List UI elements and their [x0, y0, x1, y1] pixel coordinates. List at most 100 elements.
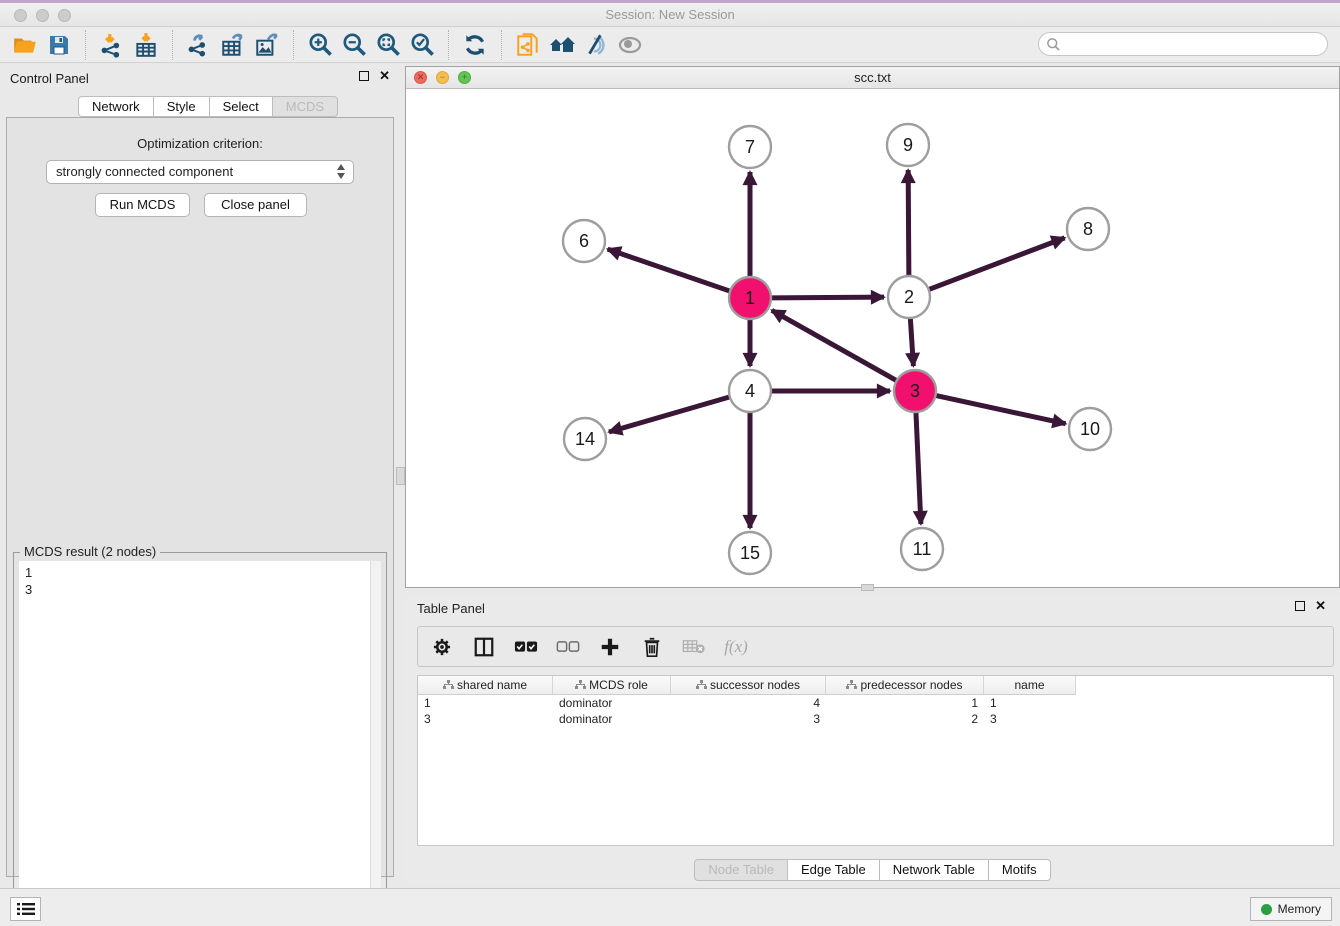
- optimization-criterion-select[interactable]: strongly connected component: [46, 160, 354, 184]
- memory-button[interactable]: Memory: [1250, 897, 1332, 921]
- graph-node-label: 6: [579, 231, 589, 251]
- delete-icon[interactable]: [638, 633, 666, 661]
- graph-node-label: 7: [745, 137, 755, 157]
- tab-motifs[interactable]: Motifs: [988, 859, 1051, 881]
- chevron-updown-icon: [337, 164, 346, 179]
- run-mcds-button[interactable]: Run MCDS: [95, 193, 190, 217]
- task-history-button[interactable]: [10, 897, 41, 921]
- table-cell: 2: [826, 711, 984, 727]
- column-label: name: [1014, 678, 1044, 692]
- mcds-result-textarea[interactable]: 1 3: [19, 561, 381, 918]
- columns-icon[interactable]: [470, 633, 498, 661]
- table-tabs: Node Table Edge Table Network Table Moti…: [405, 859, 1340, 881]
- zoom-out-icon[interactable]: [337, 29, 371, 61]
- table-cell: 3: [418, 711, 553, 727]
- toolbar-separator: [85, 30, 86, 60]
- float-table-panel-icon[interactable]: [1295, 601, 1305, 611]
- network-canvas[interactable]: 7968124314101511: [406, 89, 1339, 587]
- close-table-panel-icon[interactable]: ✕: [1315, 601, 1326, 611]
- graph-edge-1-2[interactable]: [771, 297, 884, 298]
- import-table-icon[interactable]: [129, 29, 163, 61]
- tab-select[interactable]: Select: [209, 96, 273, 117]
- graph-edge-2-3[interactable]: [910, 318, 913, 366]
- table-cell: 3: [984, 711, 1076, 727]
- tab-style[interactable]: Style: [153, 96, 210, 117]
- zoom-selected-icon[interactable]: [405, 29, 439, 61]
- zoom-fit-icon[interactable]: [371, 29, 405, 61]
- tab-edge-table[interactable]: Edge Table: [787, 859, 880, 881]
- graph-edge-3-11[interactable]: [916, 412, 921, 524]
- network-window-titlebar[interactable]: ✕ − + scc.txt: [406, 67, 1339, 89]
- export-network-icon[interactable]: [182, 29, 216, 61]
- search-input[interactable]: [1038, 32, 1328, 56]
- tab-network-table[interactable]: Network Table: [879, 859, 989, 881]
- network-view-window: ✕ − + scc.txt 7968124314101511: [405, 66, 1340, 588]
- window-titlebar: Session: New Session: [0, 0, 1340, 27]
- table-cell: 4: [671, 695, 826, 711]
- graph-node-label: 1: [745, 288, 755, 308]
- refresh-layout-icon[interactable]: [458, 29, 492, 61]
- add-column-icon[interactable]: [596, 633, 624, 661]
- mcds-result-title: MCDS result (2 nodes): [20, 544, 160, 559]
- table-cell: 1: [984, 695, 1076, 711]
- save-icon[interactable]: [42, 29, 76, 61]
- export-table-icon[interactable]: [216, 29, 250, 61]
- function-builder-icon[interactable]: f(x): [722, 633, 750, 661]
- table-cell: 1: [826, 695, 984, 711]
- tab-network[interactable]: Network: [78, 96, 154, 117]
- eye-icon[interactable]: [613, 29, 647, 61]
- graph-edge-3-10[interactable]: [936, 395, 1066, 423]
- graph-edge-1-6[interactable]: [608, 249, 730, 291]
- graph-node-label: 10: [1080, 419, 1100, 439]
- export-image-icon[interactable]: [250, 29, 284, 61]
- window-title: Session: New Session: [0, 7, 1340, 22]
- horizontal-splitter-handle[interactable]: [861, 584, 874, 591]
- column-label: successor nodes: [710, 678, 800, 692]
- open-folder-icon[interactable]: [8, 29, 42, 61]
- table-row[interactable]: 3dominator323: [418, 711, 1333, 727]
- home-icon[interactable]: [545, 29, 579, 61]
- toolbar-separator: [501, 30, 502, 60]
- column-label: predecessor nodes: [860, 678, 962, 692]
- column-header[interactable]: MCDS role: [553, 676, 671, 695]
- delete-table-icon[interactable]: [680, 633, 708, 661]
- select-all-icon[interactable]: [512, 633, 540, 661]
- mcds-pane: Optimization criterion: strongly connect…: [6, 117, 394, 877]
- result-scrollbar[interactable]: [370, 561, 381, 918]
- toolbar-separator: [448, 30, 449, 60]
- float-panel-icon[interactable]: [359, 71, 369, 81]
- graph-node-label: 4: [745, 381, 755, 401]
- column-header[interactable]: successor nodes: [671, 676, 826, 695]
- network-window-title: scc.txt: [406, 70, 1339, 85]
- import-network-icon[interactable]: [95, 29, 129, 61]
- close-panel-button[interactable]: Close panel: [204, 193, 307, 217]
- vertical-splitter-handle[interactable]: [396, 467, 405, 485]
- network-graph[interactable]: 7968124314101511: [406, 89, 1339, 588]
- graph-edge-2-8[interactable]: [929, 238, 1065, 290]
- graph-node-label: 3: [910, 381, 920, 401]
- sort-icon: [846, 680, 857, 690]
- column-header[interactable]: name: [984, 676, 1076, 695]
- tab-node-table[interactable]: Node Table: [694, 859, 788, 881]
- clone-network-icon[interactable]: [511, 29, 545, 61]
- gear-icon[interactable]: [428, 633, 456, 661]
- table-panel: Table Panel ✕ f(x) share: [405, 596, 1340, 884]
- graph-edge-4-14[interactable]: [609, 397, 730, 432]
- graph-node-label: 15: [740, 543, 760, 563]
- close-panel-icon[interactable]: ✕: [379, 71, 390, 81]
- column-header[interactable]: shared name: [418, 676, 553, 695]
- dropdown-value: strongly connected component: [56, 164, 233, 179]
- deselect-all-icon[interactable]: [554, 633, 582, 661]
- zoom-in-icon[interactable]: [303, 29, 337, 61]
- table-panel-title: Table Panel: [417, 601, 485, 616]
- table-header-row: shared name MCDS role successor nodes pr…: [418, 676, 1333, 695]
- tab-mcds[interactable]: MCDS: [272, 96, 338, 117]
- toolbar-separator: [293, 30, 294, 60]
- column-label: MCDS role: [589, 678, 648, 692]
- table-row[interactable]: 1dominator411: [418, 695, 1333, 711]
- graph-edge-3-1[interactable]: [772, 310, 897, 380]
- graph-edge-2-9[interactable]: [908, 170, 909, 276]
- graphics-details-icon[interactable]: [579, 29, 613, 61]
- column-header[interactable]: predecessor nodes: [826, 676, 984, 695]
- main-toolbar: [0, 27, 1340, 63]
